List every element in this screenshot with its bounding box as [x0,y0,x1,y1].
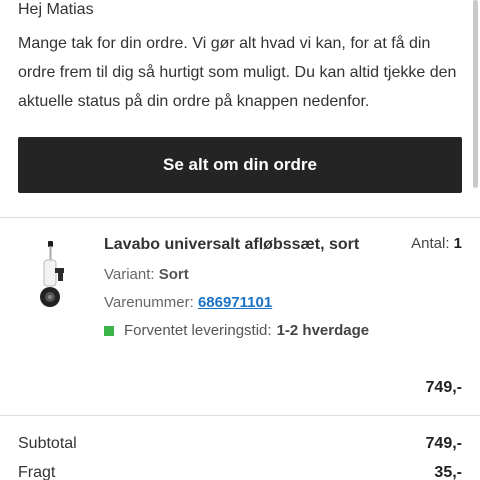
subtotal-label: Subtotal [18,435,77,452]
intro-text: Mange tak for din ordre. Vi gør alt hvad… [18,35,457,110]
product-image[interactable] [34,240,74,312]
variant-label: Variant: [104,266,155,283]
delivery-time: 1-2 hverdage [276,322,370,339]
shipping-label: Fragt [18,464,56,480]
variant-value: Sort [158,266,189,283]
greeting: Hej Matias [18,1,94,18]
quantity-value: 1 [453,235,462,252]
sku-line: Varenummer: 686971101 [104,294,272,311]
delivery-label: Forventet leveringstid: [124,322,272,339]
scrollbar[interactable] [473,0,478,188]
variant-line: Variant: Sort [104,266,189,283]
view-order-button[interactable]: Se alt om din ordre [18,137,462,193]
delivery-estimate: Forventet leveringstid: 1-2 hverdage [104,322,369,339]
shipping-value: 35,- [434,464,462,480]
drain-set-icon [40,241,64,307]
quantity-label: Antal: [411,235,450,252]
item-price: 749,- [425,379,462,396]
sku-link[interactable]: 686971101 [198,294,272,311]
quantity: Antal: 1 [411,235,462,252]
subtotal-value: 749,- [425,435,462,452]
sku-label: Varenummer: [104,294,194,311]
divider [0,217,480,218]
divider [0,415,480,416]
in-stock-status-icon [104,325,114,336]
product-name[interactable]: Lavabo universalt afløbssæt, sort [104,236,359,254]
